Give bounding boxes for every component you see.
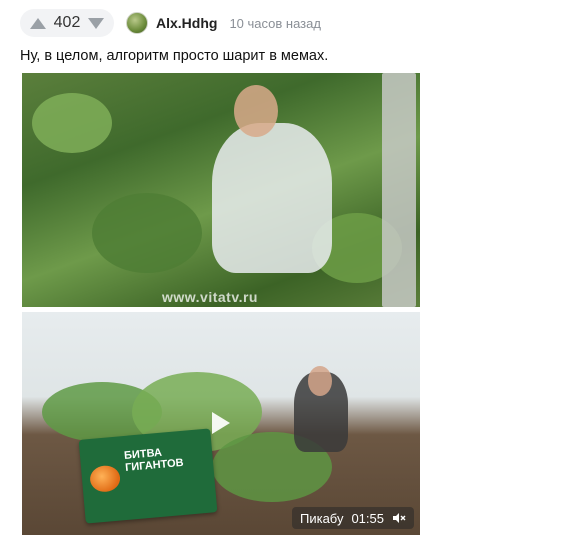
- comment-header: 402 Alx.Hdhg 10 часов назад: [20, 9, 321, 37]
- rating-count: 402: [53, 14, 81, 31]
- leaf-shape: [92, 193, 202, 273]
- video-banner: БИТВА ГИГАНТОВ: [78, 428, 218, 524]
- upvote-icon[interactable]: [30, 17, 46, 29]
- comment-time[interactable]: 10 часов назад: [229, 16, 321, 31]
- author-block: Alx.Hdhg 10 часов назад: [126, 12, 321, 34]
- pumpkin-icon: [89, 464, 122, 494]
- garden-photo[interactable]: www.vitatv.ru: [22, 73, 420, 307]
- video-source: Пикабу: [299, 510, 344, 526]
- downvote-icon[interactable]: [88, 17, 104, 29]
- video-info-bar: Пикабу 01:55: [291, 507, 414, 529]
- person-shape: [212, 123, 332, 273]
- speaker-muted-icon[interactable]: [392, 511, 406, 525]
- author-name[interactable]: Alx.Hdhg: [156, 15, 217, 31]
- video-player[interactable]: БИТВА ГИГАНТОВ Пикабу 01:55: [22, 312, 420, 535]
- leaf-shape: [32, 93, 112, 153]
- comment-text: Ну, в целом, алгоритм просто шарит в мем…: [20, 48, 329, 64]
- head-shape: [308, 366, 332, 396]
- banner-title: БИТВА ГИГАНТОВ: [123, 446, 185, 474]
- head-shape: [234, 85, 278, 137]
- play-icon[interactable]: [212, 412, 230, 434]
- watermark-text: www.vitatv.ru: [162, 289, 258, 305]
- video-duration: 01:55: [351, 510, 384, 526]
- avatar[interactable]: [126, 12, 148, 34]
- pole-shape: [382, 73, 416, 307]
- vote-control: 402: [20, 9, 114, 37]
